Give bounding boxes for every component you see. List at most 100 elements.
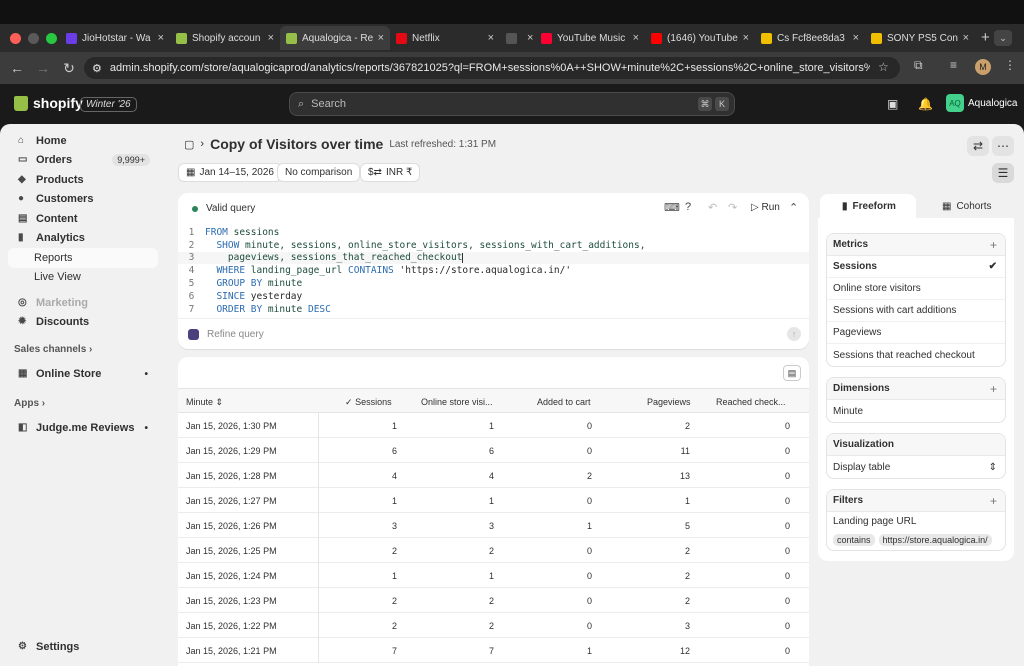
table-row[interactable]: Jan 15, 2026, 1:23 PM 2 2 0 2 0: [178, 588, 809, 613]
report-file-icon[interactable]: ▢: [184, 138, 194, 151]
browser-tab[interactable]: ×: [500, 26, 535, 50]
reload-icon[interactable]: ↻: [56, 60, 82, 77]
table-view-icon[interactable]: ▤: [783, 365, 801, 381]
media-controls-icon[interactable]: ≡: [950, 58, 957, 72]
sidebar-item-live-view[interactable]: Live View: [8, 267, 158, 287]
tab-cohorts[interactable]: ▦ Cohorts: [918, 194, 1012, 218]
sales-channels-heading[interactable]: Sales channels ›: [14, 344, 92, 355]
sidebar-item-marketing[interactable]: ◎ Marketing: [8, 293, 158, 313]
table-row[interactable]: Jan 15, 2026, 1:25 PM 2 2 0 2 0: [178, 538, 809, 563]
keyboard-icon[interactable]: ⌨: [664, 201, 680, 214]
sidebar-item-content[interactable]: ▤ Content: [8, 209, 158, 229]
column-header-visitors[interactable]: Online store visi...: [421, 397, 493, 407]
extensions-icon[interactable]: ⧉: [914, 58, 923, 73]
close-tab-icon[interactable]: ×: [853, 32, 859, 44]
add-filter-icon[interactable]: +: [990, 494, 997, 508]
date-range-picker[interactable]: ▦ Jan 14–15, 2026: [178, 163, 282, 182]
close-window-button[interactable]: [10, 33, 21, 44]
add-dimension-icon[interactable]: +: [990, 382, 997, 396]
maximize-window-button[interactable]: [46, 33, 57, 44]
run-button[interactable]: ▷ Run: [751, 202, 780, 213]
visualization-select[interactable]: Display table ⇕: [827, 456, 1005, 478]
browser-tab[interactable]: YouTube Music ×: [535, 26, 645, 50]
metric-item[interactable]: Pageviews: [827, 322, 1005, 344]
close-tab-icon[interactable]: ×: [158, 32, 164, 44]
back-icon[interactable]: ←: [4, 60, 30, 76]
metric-item[interactable]: Online store visitors: [827, 278, 1005, 300]
more-actions-button[interactable]: ⋯: [992, 136, 1014, 156]
sidebar-item-settings[interactable]: ⚙ Settings: [8, 637, 158, 657]
close-tab-icon[interactable]: ×: [378, 32, 384, 44]
add-metric-icon[interactable]: +: [990, 238, 997, 252]
filter-condition[interactable]: contains https://store.aqualogica.in/: [827, 530, 1005, 550]
store-switcher[interactable]: AQ Aqualogica: [946, 94, 1017, 112]
browser-tab[interactable]: Cs Fcf8ee8da3 ×: [755, 26, 865, 50]
filter-field[interactable]: Landing page URL: [827, 512, 1005, 530]
browser-tab[interactable]: JioHotstar - Wa ×: [60, 26, 170, 50]
browser-tab[interactable]: SONY PS5 Con ×: [865, 26, 975, 50]
table-row[interactable]: Jan 15, 2026, 1:30 PM 1 1 0 2 0: [178, 413, 809, 438]
browser-menu-icon[interactable]: ⋮: [1004, 58, 1016, 72]
table-row[interactable]: Jan 15, 2026, 1:21 PM 7 7 1 12 0: [178, 638, 809, 663]
table-row[interactable]: Jan 15, 2026, 1:29 PM 6 6 0 11 0: [178, 438, 809, 463]
sidebar-item-customers[interactable]: ● Customers: [8, 189, 158, 209]
table-row[interactable]: Jan 15, 2026, 1:28 PM 4 4 2 13 0: [178, 463, 809, 488]
undo-icon[interactable]: ↶: [708, 201, 717, 214]
metric-item[interactable]: Sessions with cart additions: [827, 300, 1005, 322]
toggle-settings-panel-button[interactable]: ☰: [992, 163, 1014, 183]
send-arrow-icon[interactable]: ↑: [787, 327, 801, 341]
close-tab-icon[interactable]: ×: [633, 32, 639, 44]
sidebar-item-home[interactable]: ⌂ Home: [8, 131, 158, 151]
browser-tab[interactable]: (1646) YouTube ×: [645, 26, 755, 50]
profile-avatar[interactable]: M: [975, 59, 991, 75]
sidebar-item-analytics[interactable]: ▮ Analytics: [8, 228, 158, 248]
table-row[interactable]: Jan 15, 2026, 1:27 PM 1 1 0 1 0: [178, 488, 809, 513]
column-header-reached-checkout[interactable]: Reached check...: [716, 397, 786, 407]
bookmark-star-icon[interactable]: ☆: [878, 60, 889, 74]
help-icon[interactable]: ?: [685, 201, 691, 213]
sidebar-item-judgeme[interactable]: ◧ Judge.me Reviews •: [8, 418, 158, 438]
collapse-chevron-icon[interactable]: ⌃: [789, 201, 798, 214]
comparison-picker[interactable]: No comparison: [277, 163, 361, 182]
refine-query-input[interactable]: Refine query ↑: [178, 318, 809, 349]
metric-item[interactable]: Sessions that reached checkout: [827, 344, 1005, 366]
column-header-pageviews[interactable]: Pageviews: [647, 397, 691, 407]
sidebar-item-online-store[interactable]: ▦ Online Store •: [8, 364, 158, 384]
close-tab-icon[interactable]: ×: [527, 32, 533, 44]
close-tab-icon[interactable]: ×: [963, 32, 969, 44]
currency-picker[interactable]: $⇄ INR ₹: [360, 163, 421, 182]
shopify-logo[interactable]: shopify: [14, 95, 83, 111]
forward-icon[interactable]: →: [30, 60, 56, 76]
query-code[interactable]: 1 FROM sessions 2 SHOW minute, sessions, …: [178, 226, 809, 316]
metric-item[interactable]: Sessions ✔: [827, 256, 1005, 278]
notifications-bell-icon[interactable]: 🔔: [918, 97, 933, 111]
tab-search-button[interactable]: ⌄: [994, 30, 1012, 46]
apps-heading[interactable]: Apps ›: [14, 398, 45, 409]
tab-freeform[interactable]: ▮ Freeform: [820, 194, 916, 218]
close-tab-icon[interactable]: ×: [268, 32, 274, 44]
browser-tab[interactable]: Aqualogica - Re ×: [280, 26, 390, 50]
column-header-added-to-cart[interactable]: Added to cart: [537, 397, 591, 407]
new-tab-button[interactable]: +: [981, 26, 990, 50]
minimize-window-button[interactable]: [28, 33, 39, 44]
global-search-input[interactable]: ⌕ Search ⌘ K: [289, 92, 735, 116]
inbox-icon[interactable]: ▣: [887, 97, 898, 111]
sidebar-item-reports[interactable]: Reports: [8, 248, 158, 268]
sidebar-item-orders[interactable]: ▭ Orders 9,999+: [8, 150, 158, 170]
dimension-item[interactable]: Minute: [827, 400, 1005, 422]
column-header-sessions[interactable]: ✓ Sessions: [345, 397, 392, 408]
table-row[interactable]: Jan 15, 2026, 1:24 PM 1 1 0 2 0: [178, 563, 809, 588]
close-tab-icon[interactable]: ×: [743, 32, 749, 44]
redo-icon[interactable]: ↷: [728, 201, 737, 214]
table-row[interactable]: Jan 15, 2026, 1:22 PM 2 2 0 3 0: [178, 613, 809, 638]
refresh-button[interactable]: ⇄: [967, 136, 989, 156]
sidebar-item-products[interactable]: ◆ Products: [8, 170, 158, 190]
address-bar[interactable]: ⚙ admin.shopify.com/store/aqualogicaprod…: [84, 57, 900, 79]
browser-tab[interactable]: Shopify accoun ×: [170, 26, 280, 50]
browser-tab[interactable]: Netflix ×: [390, 26, 500, 50]
site-info-icon[interactable]: ⚙: [92, 62, 102, 75]
sidebar-item-discounts[interactable]: ✹ Discounts: [8, 312, 158, 332]
column-header-minute[interactable]: Minute ⇕: [186, 397, 223, 408]
close-tab-icon[interactable]: ×: [488, 32, 494, 44]
table-row[interactable]: Jan 15, 2026, 1:26 PM 3 3 1 5 0: [178, 513, 809, 538]
